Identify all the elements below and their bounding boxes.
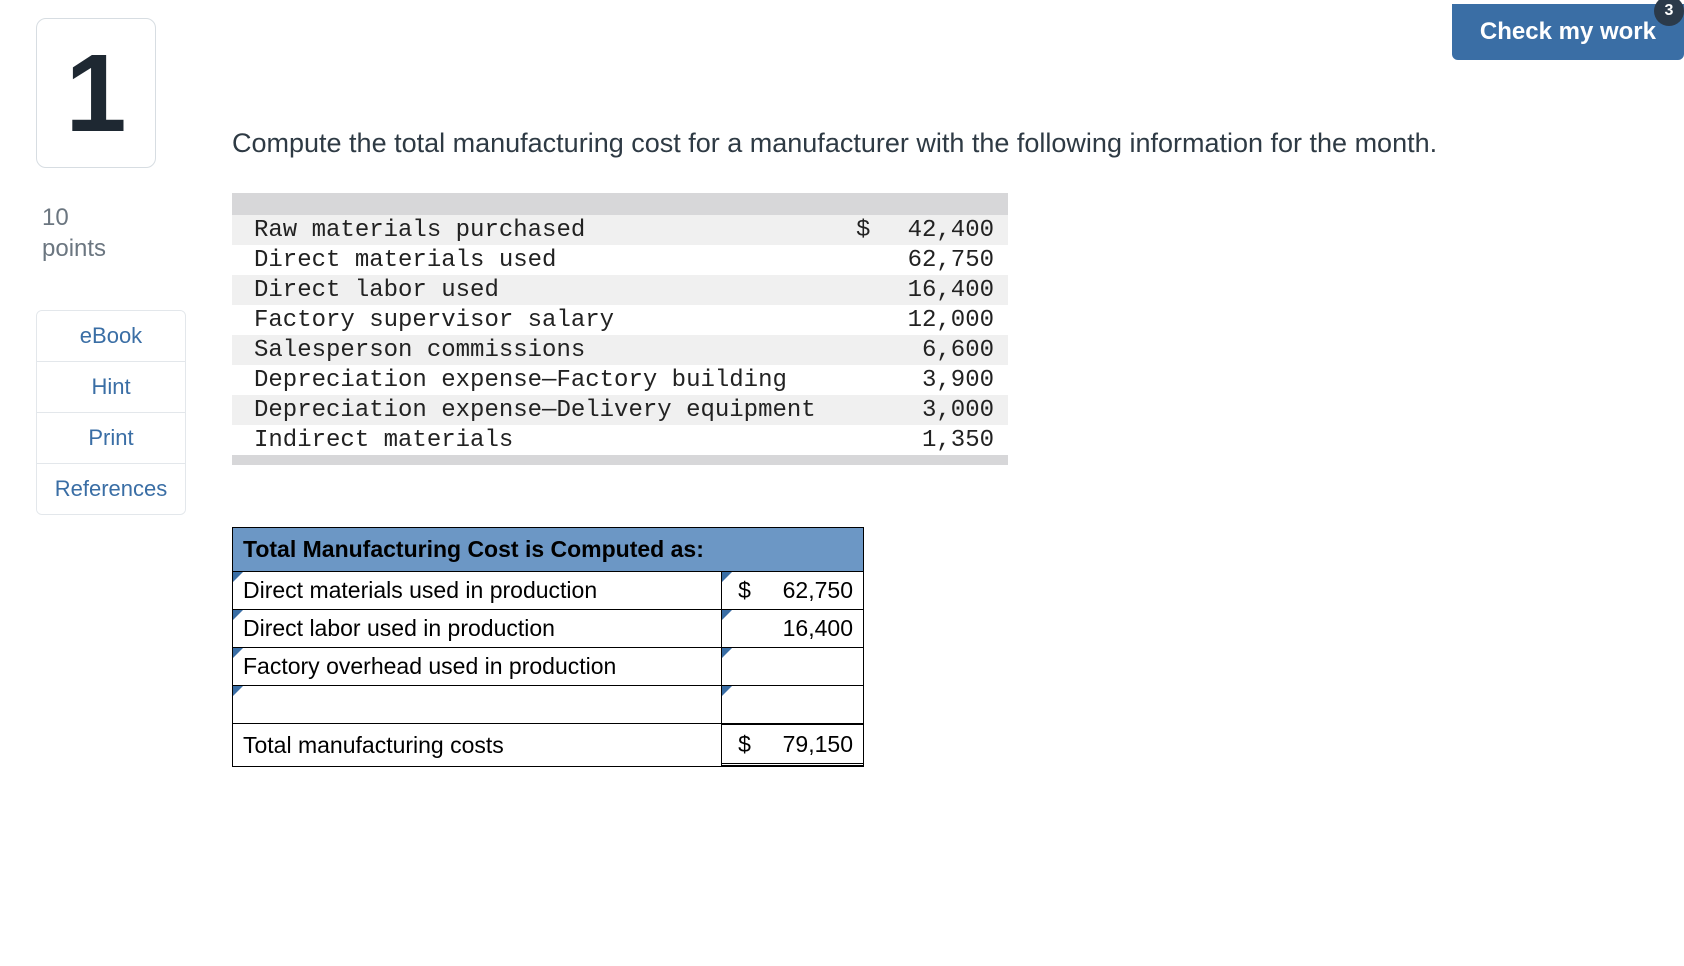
info-value: 42,400 [884, 217, 994, 244]
answer-total-amount-cell: $79,150 [722, 724, 864, 767]
info-label: Depreciation expense—Factory building [254, 367, 856, 394]
answer-row-amount-cell[interactable]: 16,400 [722, 610, 864, 648]
answer-header-row: Total Manufacturing Cost is Computed as: [233, 528, 864, 572]
ebook-link[interactable]: eBook [37, 311, 185, 361]
info-label: Salesperson commissions [254, 337, 856, 364]
info-rows: Raw materials purchased $ 42,400 Direct … [232, 215, 1008, 455]
info-value: 1,350 [884, 427, 994, 454]
answer-row: Direct materials used in production $62,… [233, 572, 864, 610]
references-link[interactable]: References [37, 463, 185, 514]
info-row: Salesperson commissions 6,600 [232, 335, 1008, 365]
info-value: 6,600 [884, 337, 994, 364]
answer-row-label-cell[interactable]: Direct labor used in production [233, 610, 722, 648]
answer-row-value: 16,400 [783, 615, 853, 641]
answer-row [233, 686, 864, 724]
info-label: Direct labor used [254, 277, 856, 304]
answer-row-amount-cell[interactable] [722, 648, 864, 686]
answer-row-amount-cell[interactable]: $62,750 [722, 572, 864, 610]
answer-row-label: Factory overhead used in production [243, 653, 616, 679]
answer-total-row: Total manufacturing costs $79,150 [233, 724, 864, 767]
check-badge-count: 3 [1665, 2, 1674, 20]
info-value: 3,000 [884, 397, 994, 424]
info-label: Depreciation expense—Delivery equipment [254, 397, 856, 424]
check-my-work-label: Check my work [1480, 18, 1656, 45]
info-row: Depreciation expense—Delivery equipment … [232, 395, 1008, 425]
question-number-box: 1 [36, 18, 156, 168]
info-row: Depreciation expense—Factory building 3,… [232, 365, 1008, 395]
answer-row-currency: $ [738, 577, 751, 604]
info-value: 16,400 [884, 277, 994, 304]
question-number: 1 [65, 30, 126, 157]
answer-row: Factory overhead used in production [233, 648, 864, 686]
answer-total-currency: $ [738, 731, 751, 758]
print-link[interactable]: Print [37, 412, 185, 463]
points-label: points [42, 235, 106, 262]
points-value: 10 [42, 204, 69, 231]
side-links: eBook Hint Print References [36, 310, 186, 515]
info-label: Factory supervisor salary [254, 307, 856, 334]
info-row: Direct labor used 16,400 [232, 275, 1008, 305]
question-prompt: Compute the total manufacturing cost for… [232, 128, 1680, 159]
info-label: Indirect materials [254, 427, 856, 454]
info-value: 3,900 [884, 367, 994, 394]
answer-row: Direct labor used in production 16,400 [233, 610, 864, 648]
info-bar-bottom [232, 455, 1008, 465]
info-row: Factory supervisor salary 12,000 [232, 305, 1008, 335]
sidebar: 1 10 points eBook Hint Print References [36, 18, 186, 515]
answer-total-label: Total manufacturing costs [233, 724, 722, 767]
main-content: Compute the total manufacturing cost for… [232, 128, 1680, 767]
info-row: Raw materials purchased $ 42,400 [232, 215, 1008, 245]
answer-row-label-cell[interactable]: Factory overhead used in production [233, 648, 722, 686]
info-currency: $ [856, 217, 884, 244]
info-value: 12,000 [884, 307, 994, 334]
answer-row-label: Direct labor used in production [243, 615, 555, 641]
points-info: 10 points [42, 202, 186, 264]
answer-row-amount-cell[interactable] [722, 686, 864, 724]
answer-row-label: Direct materials used in production [243, 577, 597, 603]
info-row: Indirect materials 1,350 [232, 425, 1008, 455]
info-label: Direct materials used [254, 247, 856, 274]
info-block: Raw materials purchased $ 42,400 Direct … [232, 193, 1008, 465]
answer-total-value: 79,150 [783, 731, 853, 757]
hint-link[interactable]: Hint [37, 361, 185, 412]
answer-row-label-cell[interactable] [233, 686, 722, 724]
answer-row-label-cell[interactable]: Direct materials used in production [233, 572, 722, 610]
answer-header: Total Manufacturing Cost is Computed as: [233, 528, 864, 572]
info-bar-top [232, 193, 1008, 215]
info-value: 62,750 [884, 247, 994, 274]
answer-row-value: 62,750 [783, 577, 853, 603]
info-row: Direct materials used 62,750 [232, 245, 1008, 275]
answer-table: Total Manufacturing Cost is Computed as:… [232, 527, 864, 767]
check-my-work-button[interactable]: Check my work [1452, 4, 1684, 60]
info-label: Raw materials purchased [254, 217, 856, 244]
